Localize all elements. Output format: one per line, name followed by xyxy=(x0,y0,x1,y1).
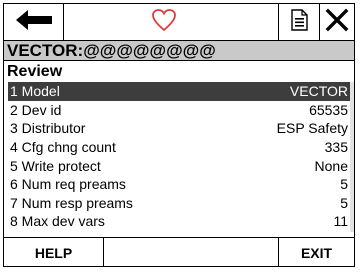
section-heading: Review xyxy=(7,63,63,80)
device-screen: VECTOR:@@@@@@@@ Review 1 Model VECTOR 2 … xyxy=(3,3,355,267)
toolbar xyxy=(4,4,354,41)
item-value: 11 xyxy=(333,213,348,230)
item-label: 1 Model xyxy=(10,83,60,100)
item-value: 335 xyxy=(324,139,348,156)
list-item[interactable]: 5 Write protect None xyxy=(8,156,350,175)
list-item[interactable]: 4 Cfg chng count 335 xyxy=(8,138,350,157)
close-button[interactable] xyxy=(320,4,354,40)
heart-icon xyxy=(151,8,177,37)
footer: HELP EXIT xyxy=(4,237,354,267)
item-label: 7 Num resp preams xyxy=(10,194,133,211)
item-label: 6 Num req preams xyxy=(10,176,126,193)
list-item[interactable]: 8 Max dev vars 11 xyxy=(8,212,350,231)
item-value: 5 xyxy=(340,176,348,193)
item-label: 3 Distributor xyxy=(10,120,86,137)
item-value: ESP Safety xyxy=(276,120,348,137)
item-label: 4 Cfg chng count xyxy=(10,139,116,156)
scrollbar[interactable] xyxy=(350,82,354,232)
device-title: VECTOR:@@@@@@@@ xyxy=(4,41,354,61)
arrow-left-icon xyxy=(14,8,54,37)
exit-button[interactable]: EXIT xyxy=(278,238,354,267)
item-value: 65535 xyxy=(309,101,348,118)
back-button[interactable] xyxy=(4,4,64,40)
parameter-list: 1 Model VECTOR 2 Dev id 65535 3 Distribu… xyxy=(8,82,350,231)
list-item[interactable]: 6 Num req preams 5 xyxy=(8,175,350,194)
item-value: None xyxy=(314,157,348,174)
item-label: 8 Max dev vars xyxy=(10,213,105,230)
item-label: 5 Write protect xyxy=(10,157,101,174)
list-item[interactable]: 1 Model VECTOR xyxy=(8,82,350,101)
item-value: VECTOR xyxy=(289,83,348,100)
item-label: 2 Dev id xyxy=(10,101,62,118)
list-item[interactable]: 2 Dev id 65535 xyxy=(8,101,350,120)
help-button[interactable]: HELP xyxy=(4,238,104,267)
close-icon xyxy=(325,8,349,37)
list-item[interactable]: 7 Num resp preams 5 xyxy=(8,194,350,213)
document-icon xyxy=(290,8,308,36)
list-item[interactable]: 3 Distributor ESP Safety xyxy=(8,119,350,138)
heart-button[interactable] xyxy=(64,4,264,40)
document-button[interactable] xyxy=(278,4,320,40)
item-value: 5 xyxy=(340,194,348,211)
